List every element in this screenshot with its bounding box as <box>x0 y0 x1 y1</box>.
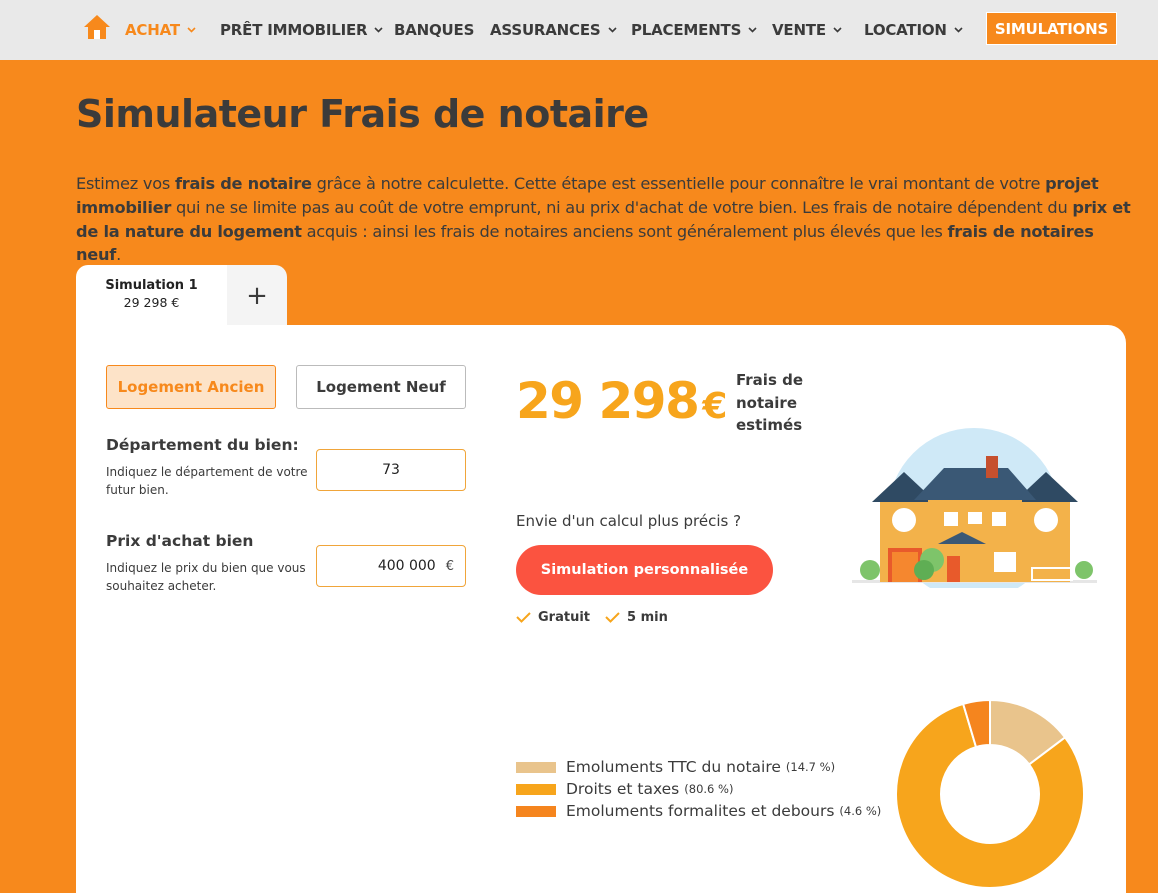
tab-simulation-1[interactable]: Simulation 1 29 298 € <box>76 265 227 327</box>
top-navigation: ACHAT PRÊT IMMOBILIER BANQUES ASSURANCES… <box>0 0 1158 60</box>
legend-swatch <box>516 761 556 773</box>
chevron-down-icon <box>833 27 842 33</box>
nav-item-label: PRÊT IMMOBILIER <box>220 21 368 39</box>
legend-label: Emoluments formalites et debours <box>566 802 835 820</box>
chevron-down-icon <box>954 27 963 33</box>
nav-item-label: VENTE <box>772 21 826 39</box>
legend-label: Droits et taxes <box>566 780 680 798</box>
nav-item-label: ASSURANCES <box>490 21 601 39</box>
intro-text: . <box>116 245 121 265</box>
legend-percent: (4.6 %) <box>839 804 882 818</box>
prix-label: Prix d'achat bien <box>106 532 254 550</box>
chevron-down-icon <box>607 27 617 33</box>
perk-label: Gratuit <box>538 610 590 625</box>
intro-text: Estimez vos <box>76 174 175 193</box>
result-amount: 29 298 € <box>516 372 727 430</box>
legend-swatch <box>516 805 556 817</box>
legend-item-emoluments: Emoluments TTC du notaire (14.7 %) <box>516 758 835 776</box>
result-currency: € <box>702 386 727 427</box>
home-icon[interactable] <box>83 14 111 40</box>
departement-label: Département du bien: <box>106 436 299 454</box>
nav-item-banques[interactable]: BANQUES <box>394 21 474 39</box>
cta-question: Envie d'un calcul plus précis ? <box>516 512 742 530</box>
legend-label: Emoluments TTC du notaire <box>566 758 781 776</box>
nav-item-location[interactable]: LOCATION <box>864 21 963 39</box>
euro-unit: € <box>445 558 454 574</box>
nav-item-label: ACHAT <box>125 21 180 39</box>
frais-donut-chart <box>895 698 1085 889</box>
intro-text: acquis : ainsi les frais de notaires anc… <box>301 221 948 241</box>
simulations-button[interactable]: SIMULATIONS <box>986 12 1117 45</box>
logement-neuf-button[interactable]: Logement Neuf <box>296 365 466 409</box>
intro-text: grâce à notre calculette. Cette étape es… <box>311 174 1046 193</box>
result-label: Frais de notaire estimés <box>736 371 804 434</box>
logement-ancien-button[interactable]: Logement Ancien <box>106 365 276 409</box>
chevron-down-icon <box>374 27 383 33</box>
perk-gratuit: Gratuit <box>516 610 590 625</box>
check-icon <box>605 612 620 623</box>
prix-value: 400 000 <box>377 558 436 574</box>
nav-item-label: BANQUES <box>394 21 475 39</box>
nav-item-vente[interactable]: VENTE <box>772 21 842 39</box>
prix-help: Indiquez le prix du bien que vous souhai… <box>106 561 306 593</box>
legend-swatch <box>516 783 556 795</box>
tab-value: 29 298 € <box>123 295 180 310</box>
page-title: Simulateur Frais de notaire <box>76 92 649 136</box>
legend-percent: (80.6 %) <box>684 782 734 796</box>
result-amount-value: 29 298 <box>516 372 700 430</box>
legend-item-droits: Droits et taxes (80.6 %) <box>516 780 733 798</box>
chevron-down-icon <box>187 27 196 33</box>
chevron-down-icon <box>748 27 757 33</box>
intro-highlight: frais de notaire <box>174 174 312 193</box>
perk-duree: 5 min <box>605 610 668 625</box>
tab-name: Simulation 1 <box>105 278 198 293</box>
check-icon <box>516 612 531 623</box>
add-simulation-button[interactable]: + <box>227 265 287 327</box>
departement-help: Indiquez le département de votre futur b… <box>106 465 308 497</box>
legend-percent: (14.7 %) <box>785 760 836 774</box>
nav-item-achat[interactable]: ACHAT <box>125 21 196 39</box>
departement-input[interactable]: 73 <box>316 449 466 491</box>
departement-value: 73 <box>382 462 400 478</box>
nav-item-assurances[interactable]: ASSURANCES <box>490 21 617 39</box>
house-illustration <box>852 428 1097 588</box>
intro-text: qui ne se limite pas au coût de votre em… <box>171 197 1073 217</box>
nav-item-label: LOCATION <box>864 21 947 39</box>
nav-item-pret-immobilier[interactable]: PRÊT IMMOBILIER <box>220 21 383 39</box>
legend-item-formalites: Emoluments formalites et debours (4.6 %) <box>516 802 881 820</box>
prix-input[interactable]: 400 000 € <box>316 545 466 587</box>
simulation-personnalisee-button[interactable]: Simulation personnalisée <box>516 545 773 595</box>
nav-item-label: PLACEMENTS <box>631 21 742 39</box>
perk-label: 5 min <box>627 610 668 625</box>
nav-item-placements[interactable]: PLACEMENTS <box>631 21 757 39</box>
intro-paragraph: Estimez vos frais de notaire grâce à not… <box>76 172 1136 267</box>
